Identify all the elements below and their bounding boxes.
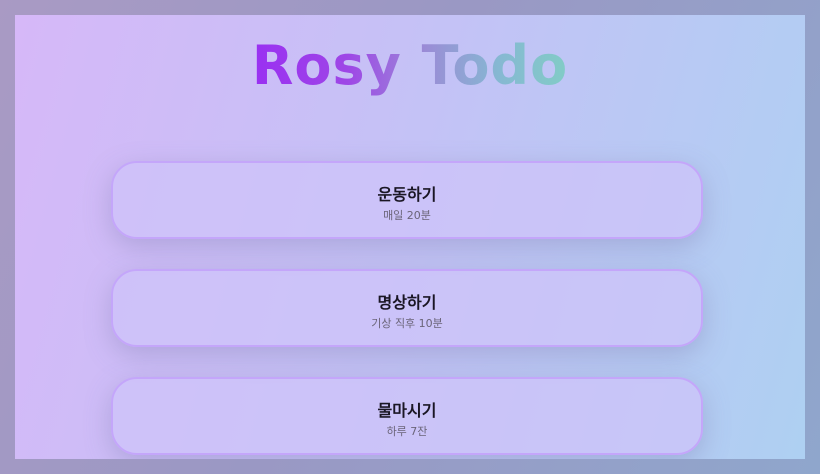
todo-item-meditation[interactable]: 명상하기 기상 직후 10분: [111, 269, 703, 347]
app-title-text: Rosy Todo: [251, 34, 569, 97]
todo-detail: 매일 20분: [383, 209, 431, 222]
app-window: Rosy Todo 운동하기 매일 20분 명상하기 기상 직후 10분 물마시…: [15, 15, 805, 459]
todo-item-water[interactable]: 물마시기 하루 7잔: [111, 377, 703, 455]
todo-title: 명상하기: [377, 293, 437, 312]
todo-detail: 하루 7잔: [386, 425, 428, 438]
app-title: Rosy Todo: [15, 33, 805, 99]
todo-title: 운동하기: [377, 185, 437, 204]
todo-detail: 기상 직후 10분: [371, 317, 443, 330]
todo-title: 물마시기: [377, 401, 437, 420]
todo-item-exercise[interactable]: 운동하기 매일 20분: [111, 161, 703, 239]
